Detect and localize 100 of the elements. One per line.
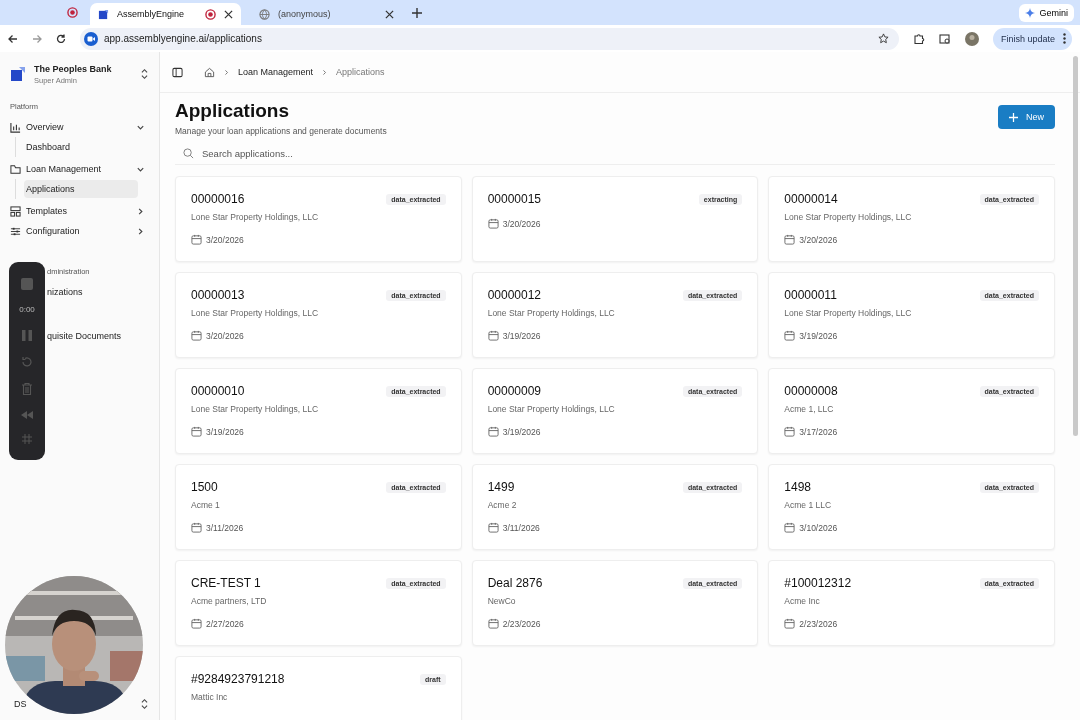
globe-icon	[259, 8, 270, 20]
company-name: Lone Star Property Holdings, LLC	[487, 308, 616, 318]
application-name: 00000015	[487, 192, 542, 206]
scrollbar[interactable]	[1073, 56, 1078, 436]
application-name: 00000016	[191, 192, 245, 206]
date-text: 3/20/2026	[799, 234, 838, 245]
sparkle-icon	[1025, 7, 1036, 18]
new-tab-icon[interactable]	[412, 7, 422, 18]
restart-icon[interactable]	[21, 355, 33, 368]
home-icon[interactable]	[204, 66, 215, 78]
company-name: Mattic Inc	[191, 692, 229, 702]
logo-icon	[98, 8, 109, 20]
camera-icon[interactable]	[84, 31, 98, 46]
company-name: Acme 1	[191, 500, 221, 510]
record-icon	[67, 7, 78, 18]
company-name: Lone Star Property Holdings, LLC	[191, 212, 320, 222]
calendar-icon	[784, 522, 796, 533]
date-text: 2/23/2026	[502, 618, 541, 629]
company-name: Acme partners, LTD	[191, 596, 268, 606]
address-bar[interactable]: app.assemblyengine.ai/applications	[80, 27, 899, 50]
puzzle-icon[interactable]	[912, 32, 925, 45]
page-title: Applications	[175, 99, 290, 123]
company-name: NewCo	[487, 596, 517, 606]
breadcrumb-link[interactable]: Loan Management	[238, 67, 314, 77]
date-text: 3/19/2026	[799, 330, 838, 341]
url-text: app.assemblyengine.ai/applications	[104, 33, 262, 44]
calendar-icon	[784, 618, 796, 629]
recording-timer: 0:00	[19, 305, 35, 315]
more-icon	[1063, 33, 1066, 44]
nav-item[interactable]: nizations	[47, 282, 83, 302]
close-icon[interactable]	[385, 9, 394, 19]
date-text: 3/11/2026	[206, 522, 244, 533]
calendar-icon	[784, 234, 796, 245]
updown-chevron-icon[interactable]	[140, 68, 149, 80]
nav-subitem[interactable]: Applications	[24, 180, 138, 198]
calendar-icon	[487, 330, 499, 341]
application-name: CRE-TEST 1	[191, 576, 261, 590]
application-name: #100012312	[784, 576, 852, 590]
reload-icon[interactable]	[56, 33, 66, 44]
nav-subitem[interactable]: Dashboard	[24, 138, 138, 156]
nav-item[interactable]: Configuration	[10, 221, 149, 241]
company-name: Acme 2	[487, 500, 518, 510]
application-name: 00000009	[487, 384, 542, 398]
user-initials: DS	[14, 699, 27, 709]
calendar-icon	[191, 330, 202, 341]
application-name: #9284923791218	[191, 672, 285, 686]
new-button[interactable]: New	[998, 105, 1055, 129]
application-name: Deal 2876	[487, 576, 543, 590]
application-name: 00000011	[784, 288, 837, 302]
calendar-icon	[191, 426, 202, 437]
nav-item[interactable]: quisite Documents	[47, 326, 122, 346]
nav-item[interactable]: Overview	[10, 117, 149, 137]
close-icon[interactable]	[224, 9, 233, 19]
browser-tab[interactable]: (anonymous)	[251, 3, 402, 25]
date-text: 3/20/2026	[206, 330, 244, 341]
breadcrumb-link[interactable]: Applications	[336, 67, 385, 77]
chevron-right-icon	[321, 68, 329, 76]
folder-icon	[10, 163, 21, 175]
date-text: 3/11/2026	[502, 522, 540, 533]
forward-icon[interactable]	[32, 33, 42, 44]
tab-search-icon[interactable]	[938, 32, 951, 45]
gemini-button[interactable]: Gemini	[1019, 3, 1074, 22]
application-name: 1498	[784, 480, 812, 494]
layout-icon	[10, 205, 21, 217]
calendar-icon	[487, 218, 499, 229]
chevron-right-icon	[223, 68, 230, 76]
date-text: 3/20/2026	[502, 218, 541, 229]
application-name: 00000010	[191, 384, 245, 398]
calendar-icon	[191, 618, 202, 629]
sidebar-toggle-icon[interactable]	[172, 66, 183, 78]
company-name: Lone Star Property Holdings, LLC	[784, 308, 913, 318]
org-name: The Peoples Bank	[34, 63, 113, 74]
finish-update-button[interactable]: Finish update	[992, 27, 1072, 50]
application-name: 00000014	[784, 192, 838, 206]
back-icon[interactable]	[8, 33, 18, 44]
calendar-icon	[487, 618, 499, 629]
application-name: 1499	[487, 480, 515, 494]
avatar-icon[interactable]	[964, 31, 979, 46]
search-field[interactable]: Search applications...	[200, 146, 1055, 160]
company-name: Lone Star Property Holdings, LLC	[784, 212, 913, 222]
application-name: 00000013	[191, 288, 245, 302]
updown-chevron-icon[interactable]	[140, 698, 149, 710]
date-text: 3/17/2026	[799, 426, 838, 437]
company-name: Lone Star Property Holdings, LLC	[191, 404, 320, 414]
logo-icon	[10, 66, 26, 82]
date-text: 3/19/2026	[502, 330, 541, 341]
company-name: Acme 1 LLC	[784, 500, 833, 510]
search-icon	[183, 147, 194, 159]
date-text: 3/19/2026	[206, 426, 244, 437]
nav-item[interactable]: Loan Management	[10, 159, 149, 179]
star-icon[interactable]	[877, 33, 889, 44]
calendar-icon	[784, 426, 796, 437]
nav-item[interactable]: Templates	[10, 201, 149, 221]
calendar-icon	[487, 522, 499, 533]
bar-chart-icon	[10, 121, 21, 133]
calendar-icon	[191, 234, 202, 245]
browser-tab[interactable]: AssemblyEngine	[90, 3, 241, 25]
date-text: 2/23/2026	[799, 618, 838, 629]
sliders-icon	[10, 225, 21, 237]
date-text: 3/10/2026	[799, 522, 838, 533]
